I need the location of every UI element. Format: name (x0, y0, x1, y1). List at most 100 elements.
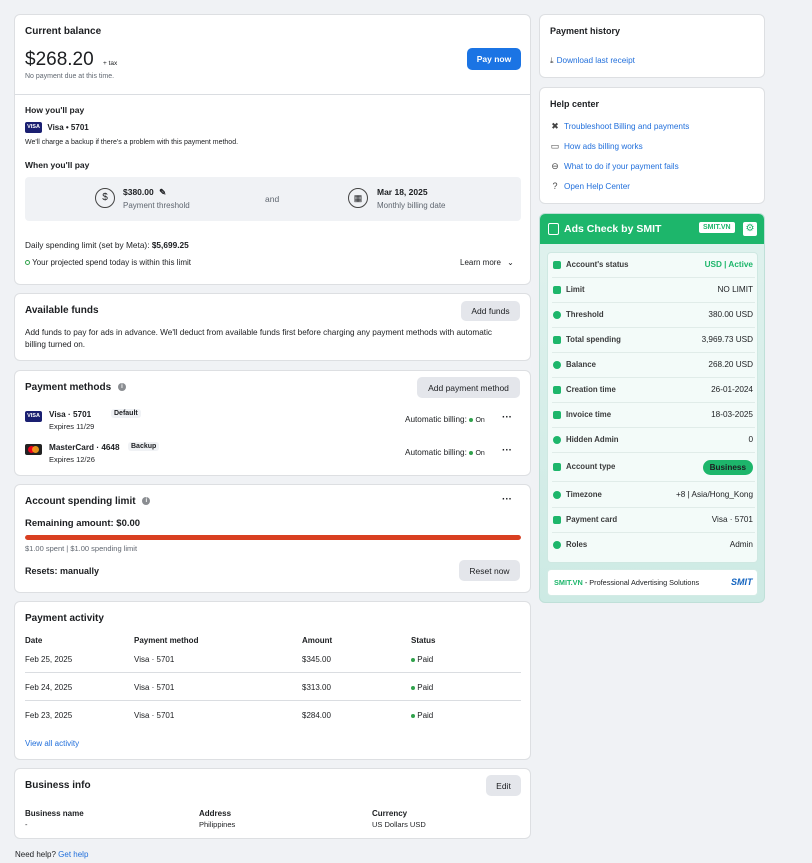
report-icon (548, 223, 559, 235)
row-amount: $284.00 (302, 711, 331, 720)
payment-method-expiry: Expires 12/26 (49, 455, 95, 464)
table-row[interactable]: Feb 23, 2025 Visa · 5701 $284.00 Paid (25, 706, 521, 729)
help-center-card: Help center ✖ Troubleshoot Billing and pa… (539, 87, 765, 204)
row-amount: $313.00 (302, 683, 331, 692)
currency-label: Currency (372, 809, 408, 818)
info-row-hidden-admin: Hidden Admin 0 (548, 428, 759, 453)
help-link-open-center[interactable]: ? Open Help Center (550, 181, 630, 191)
learn-more-link[interactable]: Learn more ⌄ (460, 258, 514, 267)
column-header-status: Status (411, 636, 436, 645)
payment-card-icon (553, 516, 561, 524)
edit-pencil-icon[interactable]: ✎ (159, 187, 166, 197)
ads-check-panel: Ads Check by SMIT SMIT.VN ⚙ Account's st… (539, 213, 765, 603)
more-options-icon[interactable]: ··· (502, 412, 512, 423)
payment-method-row[interactable]: VISA Visa · 5701 Default Expires 11/29 A… (25, 409, 521, 435)
divider (15, 94, 530, 95)
row-status-text: Paid (417, 655, 434, 664)
spending-icon (553, 336, 561, 344)
info-row-timezone: Timezone +8 | Asia/Hong_Kong (548, 483, 759, 508)
row-method: Visa · 5701 (134, 655, 175, 664)
address-value: Philippines (199, 820, 236, 829)
pay-now-button[interactable]: Pay now (467, 48, 521, 70)
info-value: +8 | Asia/Hong_Kong (675, 490, 753, 499)
balance-icon (553, 361, 561, 369)
table-row[interactable]: Feb 24, 2025 Visa · 5701 $313.00 Paid (25, 678, 521, 701)
settings-gear-icon[interactable]: ⚙ (743, 222, 757, 236)
row-status-text: Paid (417, 683, 434, 692)
current-balance-title: Current balance (25, 26, 102, 37)
info-value: 380.00 USD (708, 310, 753, 319)
info-label: Timezone (566, 490, 602, 499)
get-help-link[interactable]: Get help (58, 850, 88, 859)
visa-icon: VISA (25, 411, 42, 422)
smit-footer-brand: SMIT.VN (554, 578, 583, 587)
automatic-billing: Automatic billing: On (405, 415, 485, 424)
more-options-icon[interactable]: ··· (502, 494, 512, 505)
info-icon[interactable]: i (142, 497, 151, 506)
spending-limit-title: Account spending limit i (25, 496, 151, 507)
table-row[interactable]: Feb 25, 2025 Visa · 5701 $345.00 Paid (25, 650, 521, 673)
payment-due-note: No payment due at this time. (25, 73, 115, 80)
threshold-amount-text: $380.00 (123, 187, 154, 197)
download-icon: ⤓ (550, 56, 554, 65)
timezone-icon (553, 491, 561, 499)
help-link-troubleshoot[interactable]: ✖ Troubleshoot Billing and payments (550, 121, 689, 132)
payment-method-row[interactable]: MasterCard · 4648 Backup Expires 12/26 A… (25, 442, 521, 468)
business-info-title: Business info (25, 780, 91, 791)
info-row-total-spending: Total spending 3,969.73 USD (548, 328, 759, 353)
account-type-icon (553, 463, 561, 471)
info-icon[interactable]: i (117, 383, 126, 392)
info-row-status: Account's status USD | Active (548, 253, 759, 278)
spent-note: $1.00 spent | $1.00 spending limit (25, 544, 138, 553)
tools-icon: ✖ (551, 121, 559, 131)
info-value: 0 (748, 435, 753, 444)
info-label: Hidden Admin (566, 435, 619, 444)
mastercard-icon (25, 444, 42, 456)
default-badge: Default (111, 409, 141, 418)
smit-badge[interactable]: SMIT.VN (699, 222, 735, 233)
add-funds-button[interactable]: Add funds (461, 301, 520, 321)
row-status: Paid (411, 655, 433, 664)
help-link-payment-fails[interactable]: ⊖ What to do if your payment fails (550, 161, 678, 172)
info-label: Account's status (566, 260, 629, 269)
info-label: Balance (566, 360, 596, 369)
smit-footer[interactable]: SMIT.VN - Professional Advertising Solut… (547, 569, 758, 596)
smit-footer-tagline: - Professional Advertising Solutions (582, 578, 700, 587)
threshold-icon (553, 311, 561, 319)
help-link-how-billing[interactable]: ▭ How ads billing works (550, 141, 643, 152)
help-link-label: Open Help Center (564, 182, 630, 191)
info-value: Admin (729, 540, 753, 549)
threshold-label: Payment threshold (123, 201, 190, 210)
status-dot-icon (469, 417, 474, 422)
edit-button[interactable]: Edit (486, 775, 521, 796)
roles-icon (553, 541, 561, 549)
add-payment-method-button[interactable]: Add payment method (417, 377, 520, 398)
payment-methods-title: Payment methods i (25, 382, 126, 393)
daily-limit-label: Daily spending limit (set by Meta): (25, 240, 152, 250)
ads-check-header: Ads Check by SMIT SMIT.VN ⚙ (540, 214, 764, 244)
dollar-circle-icon: $ (95, 188, 115, 208)
info-row-roles: Roles Admin (548, 533, 759, 558)
row-date: Feb 24, 2025 (25, 683, 73, 692)
column-header-date: Date (25, 636, 43, 645)
more-options-icon[interactable]: ··· (502, 445, 512, 456)
status-dot-icon (411, 713, 415, 718)
download-receipt-link[interactable]: ⤓ Download last receipt (550, 56, 635, 66)
resets-label: Resets: manually (25, 566, 100, 576)
billing-date: Mar 18, 2025 (377, 187, 428, 197)
automatic-billing-label: Automatic billing: (405, 448, 470, 457)
need-help-text: Need help? (15, 850, 56, 859)
info-label: Payment card (566, 515, 618, 524)
and-text: and (265, 194, 280, 204)
info-label: Creation time (566, 385, 616, 394)
spending-limit-card: Account spending limit i ··· Remaining a… (14, 484, 531, 593)
backup-note: We'll charge a backup if there's a probl… (25, 139, 239, 146)
business-info-card: Business info Edit Business name - Addre… (14, 768, 531, 839)
backup-badge: Backup (128, 442, 160, 451)
info-label: Roles (566, 540, 588, 549)
view-all-activity-link[interactable]: View all activity (25, 739, 79, 748)
status-dot-icon (25, 260, 30, 266)
info-label: Account type (566, 462, 616, 471)
reset-now-button[interactable]: Reset now (459, 560, 520, 581)
tax-note: + tax (103, 60, 118, 67)
